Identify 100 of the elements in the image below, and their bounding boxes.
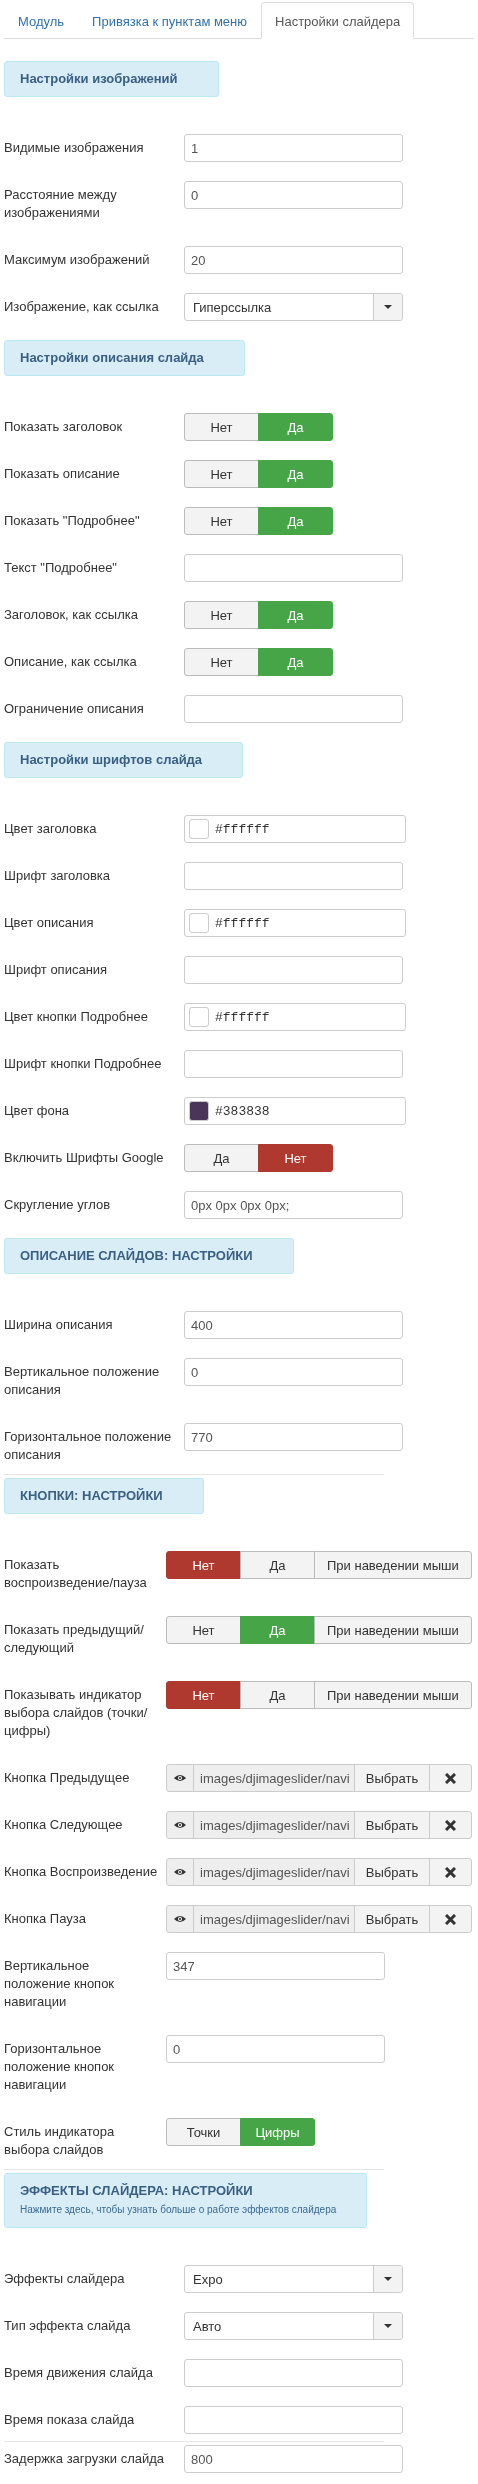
select-button[interactable]: Выбрать (354, 1764, 430, 1792)
section-title: ОПИСАНИЕ СЛАЙДОВ: НАСТРОЙКИ (20, 1249, 253, 1263)
input-field[interactable]: 0 (184, 181, 403, 209)
input-field[interactable] (184, 862, 403, 890)
toggle-option[interactable]: Нет (166, 1616, 241, 1644)
select-button[interactable]: Выбрать (354, 1811, 430, 1839)
input-field[interactable] (184, 2359, 403, 2387)
color-swatch[interactable] (189, 913, 209, 933)
field-label: Цвет фона (4, 1102, 71, 1120)
tab[interactable]: Модуль (4, 2, 79, 39)
color-field[interactable]: #ffffff (184, 1003, 406, 1031)
input-field[interactable] (184, 554, 403, 582)
input-field[interactable] (184, 956, 403, 984)
field-label: Ширина описания (4, 1316, 114, 1334)
color-field[interactable]: #383838 (184, 1097, 406, 1125)
toggle-option[interactable]: Нет (184, 601, 259, 629)
input-field[interactable]: 0px 0px 0px 0px; (184, 1191, 403, 1219)
field-label: Шрифт кнопки Подробнее (4, 1055, 163, 1073)
preview-button[interactable] (166, 1905, 194, 1933)
eye-icon (174, 1774, 186, 1782)
input-field[interactable]: 1 (184, 134, 403, 162)
input-field[interactable]: 347 (166, 1952, 385, 1980)
field-label: Задержка загрузки слайда (4, 2450, 166, 2468)
toggle-option[interactable]: При наведении мыши (314, 1681, 472, 1709)
input-field[interactable]: 800 (184, 2445, 403, 2473)
field-label: Вертикальное положение описания (4, 1363, 161, 1399)
toggle-option[interactable]: Да (184, 1144, 259, 1172)
toggle-option[interactable]: При наведении мыши (314, 1616, 472, 1644)
field-label: Горизонтальное положение описания (4, 1428, 173, 1464)
path-field[interactable]: images/djimageslider/navi (193, 1764, 355, 1792)
field-label: Видимые изображения (4, 139, 145, 157)
field-label: Показать воспроизведение/пауза (4, 1556, 148, 1592)
field-label: Стиль индикатора выбора слайдов (4, 2123, 116, 2159)
clear-button[interactable] (429, 1858, 472, 1886)
preview-button[interactable] (166, 1764, 194, 1792)
eye-icon (174, 1868, 186, 1876)
section-title: Настройки изображений (20, 72, 178, 86)
toggle-option[interactable]: Да (240, 1681, 315, 1709)
field-label: Показать описание (4, 465, 121, 483)
color-swatch[interactable] (189, 1101, 209, 1121)
clear-icon (445, 1819, 456, 1831)
select-field[interactable]: Expo (184, 2265, 403, 2293)
section-title: КНОПКИ: НАСТРОЙКИ (20, 1489, 163, 1503)
field-label: Описание, как ссылка (4, 653, 138, 671)
caret-icon (384, 305, 392, 309)
tab[interactable]: Настройки слайдера (261, 2, 415, 39)
field-label: Цвет описания (4, 914, 95, 932)
toggle-option[interactable]: При наведении мыши (314, 1551, 472, 1579)
clear-button[interactable] (429, 1905, 472, 1933)
toggle-option[interactable]: Точки (166, 2118, 241, 2146)
toggle-option[interactable]: Нет (166, 1681, 241, 1709)
field-label: Шрифт заголовка (4, 867, 112, 885)
field-label: Тип эффекта слайда (4, 2317, 132, 2335)
color-value: #ffffff (215, 821, 270, 837)
help-link[interactable]: Нажмите здесь, чтобы узнать больше о работе эффектов слайдера (20, 2204, 337, 2215)
tab[interactable]: Привязка к пунктам меню (78, 2, 262, 39)
field-label: Кнопка Предыдущее (4, 1769, 131, 1787)
color-value: #ffffff (215, 1009, 270, 1025)
toggle-option[interactable]: Нет (166, 1551, 241, 1579)
color-field[interactable]: #ffffff (184, 815, 406, 843)
section-title: Настройки шрифтов слайда (20, 753, 203, 767)
preview-button[interactable] (166, 1858, 194, 1886)
field-label: Показать "Подробнее" (4, 512, 141, 530)
clear-button[interactable] (429, 1764, 472, 1792)
select-button[interactable]: Выбрать (354, 1858, 430, 1886)
toggle-option[interactable]: Нет (258, 1144, 333, 1172)
select-button[interactable]: Выбрать (354, 1905, 430, 1933)
select-field[interactable]: Авто (184, 2312, 403, 2340)
path-field[interactable]: images/djimageslider/navi (193, 1811, 355, 1839)
toggle-option[interactable]: Нет (184, 648, 259, 676)
field-label: Текст "Подробнее" (4, 559, 118, 577)
toggle-option[interactable]: Нет (184, 413, 259, 441)
input-field[interactable]: 770 (184, 1423, 403, 1451)
field-label: Показывать индикатор выбора слайдов (точки/цифры) (4, 1686, 149, 1740)
toggle-option[interactable]: Нет (184, 460, 259, 488)
select-field[interactable]: Гиперссылка (184, 293, 403, 321)
input-field[interactable]: 20 (184, 246, 403, 274)
input-field[interactable] (184, 2406, 403, 2434)
color-swatch[interactable] (189, 1007, 209, 1027)
color-field[interactable]: #ffffff (184, 909, 406, 937)
caret-icon (384, 2277, 392, 2281)
input-field[interactable] (184, 1050, 403, 1078)
field-label: Изображение, как ссылка (4, 298, 160, 316)
field-label: Максимум изображений (4, 251, 151, 269)
input-field[interactable]: 0 (184, 1358, 403, 1386)
clear-button[interactable] (429, 1811, 472, 1839)
toggle-option[interactable]: Да (240, 1551, 315, 1579)
preview-button[interactable] (166, 1811, 194, 1839)
path-field[interactable]: images/djimageslider/navi (193, 1905, 355, 1933)
toggle-option[interactable]: Нет (184, 507, 259, 535)
color-swatch[interactable] (189, 819, 209, 839)
field-label: Кнопка Воспроизведение (4, 1863, 159, 1881)
input-field[interactable] (184, 695, 403, 723)
input-field[interactable]: 0 (166, 2035, 385, 2063)
field-label: Расстояние между изображениями (4, 186, 118, 222)
field-label: Показать предыдущий/следующий (4, 1621, 145, 1657)
field-label: Показать заголовок (4, 418, 124, 436)
path-field[interactable]: images/djimageslider/navi (193, 1858, 355, 1886)
field-label: Кнопка Пауза (4, 1910, 87, 1928)
input-field[interactable]: 400 (184, 1311, 403, 1339)
